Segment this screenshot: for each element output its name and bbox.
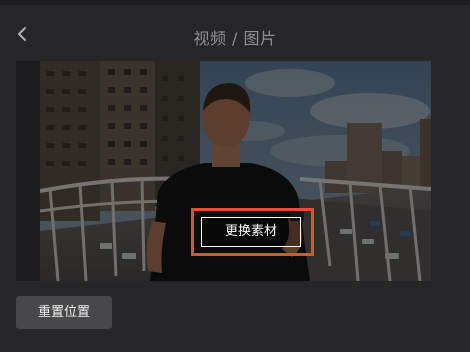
media-preview: 更换素材 [16, 61, 431, 281]
header: 视频 / 图片 [0, 5, 470, 57]
preview-image [40, 61, 431, 281]
reset-position-button[interactable]: 重置位置 [16, 296, 112, 329]
page-title: 视频 / 图片 [193, 29, 277, 48]
replace-media-button[interactable]: 更换素材 [201, 217, 301, 247]
